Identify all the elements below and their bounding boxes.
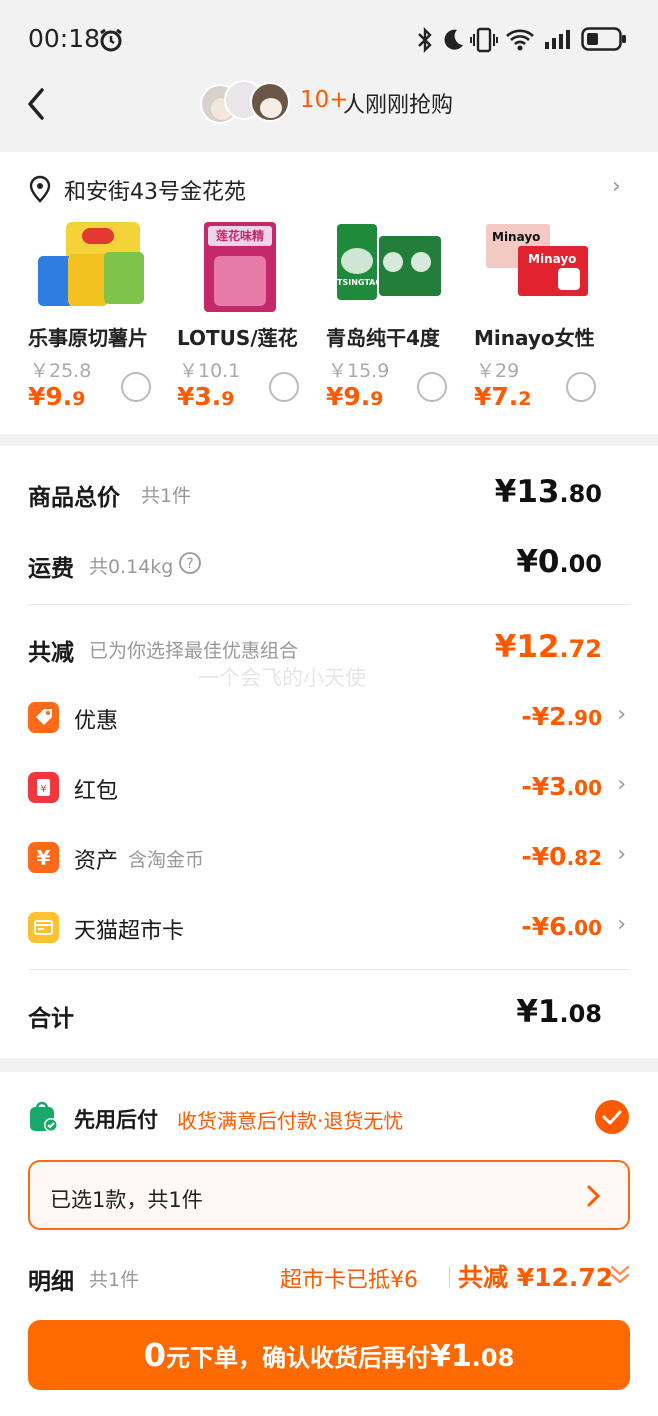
back-icon[interactable] bbox=[24, 86, 48, 122]
detail-label: 明细 bbox=[28, 1269, 74, 1295]
product-price: ¥3.9 bbox=[177, 382, 235, 411]
reduce-label: 共减 bbox=[28, 640, 74, 666]
product-old-price: ￥15.9 bbox=[328, 360, 390, 382]
product-select-radio[interactable] bbox=[417, 372, 447, 402]
vibrate-icon bbox=[470, 27, 498, 53]
discount-label: 天猫超市卡 bbox=[74, 919, 185, 944]
chevron-right-icon[interactable]: › bbox=[612, 174, 621, 199]
buyer-avatars bbox=[198, 78, 294, 124]
wifi-icon bbox=[506, 29, 534, 51]
pay-later-desc: 收货满意后付款·退货无忧 bbox=[177, 1109, 404, 1133]
goods-total-label: 商品总价 bbox=[28, 485, 120, 511]
product-image-lotus[interactable]: 莲花味精 bbox=[204, 222, 276, 312]
discount-row-market-card[interactable]: 天猫超市卡 -¥6.00 › bbox=[0, 902, 658, 952]
product-select-radio[interactable] bbox=[121, 372, 151, 402]
product-select-radio[interactable] bbox=[566, 372, 596, 402]
reduce-value: ¥12.72 bbox=[494, 629, 602, 665]
nav-bar: 10+ 人刚刚抢购 bbox=[0, 78, 658, 152]
beer-brand-label: TSINGTAO bbox=[337, 278, 383, 287]
product-image-minayo[interactable]: Minayo Minayo bbox=[486, 224, 590, 298]
detail-reduce: 共减 ¥12.72 bbox=[458, 1263, 614, 1292]
pay-later-title: 先用后付 bbox=[74, 1108, 158, 1132]
chevron-right-icon: › bbox=[617, 842, 626, 867]
yuan-icon: ¥ bbox=[28, 842, 59, 873]
lotus-brand-label: 莲花味精 bbox=[208, 226, 272, 246]
product-image-chips[interactable] bbox=[38, 222, 146, 310]
svg-text:¥: ¥ bbox=[37, 846, 51, 870]
product-select-radio[interactable] bbox=[269, 372, 299, 402]
chevron-down-double-icon[interactable] bbox=[609, 1263, 631, 1287]
moon-icon bbox=[444, 29, 463, 50]
product-price: ¥9.9 bbox=[28, 382, 86, 411]
selected-items-box[interactable]: 已选1款，共1件 bbox=[28, 1160, 630, 1230]
chevron-right-icon: › bbox=[617, 702, 626, 727]
selected-items-text: 已选1款，共1件 bbox=[50, 1188, 203, 1212]
checkmark-icon[interactable] bbox=[594, 1099, 630, 1135]
shipping-weight: 共0.14kg bbox=[89, 556, 174, 578]
product-name[interactable]: 乐事原切薯片 bbox=[28, 322, 158, 351]
detail-card-deduct: 超市卡已抵¥6 bbox=[280, 1268, 418, 1293]
bluetooth-icon bbox=[418, 27, 432, 53]
minayo-brand-label: Minayo bbox=[528, 252, 577, 266]
buyer-text: 人刚刚抢购 bbox=[343, 93, 454, 118]
goods-count: 共1件 bbox=[141, 485, 192, 507]
card-icon bbox=[28, 912, 59, 943]
checkout-panel: 先用后付 收货满意后付款·退货无忧 已选1款，共1件 明细 共1件 超市卡已抵¥… bbox=[0, 1072, 658, 1416]
total-value: ¥1.08 bbox=[516, 994, 602, 1030]
address-text[interactable]: 和安街43号金花苑 bbox=[64, 174, 246, 206]
product-name[interactable]: LOTUS/莲花 bbox=[177, 322, 299, 351]
divider bbox=[28, 604, 630, 605]
divider bbox=[28, 969, 630, 970]
shipping-label: 运费 bbox=[28, 556, 74, 582]
product-image-partial[interactable] bbox=[622, 224, 658, 314]
total-label: 合计 bbox=[28, 1006, 74, 1032]
discount-value: -¥2.90 bbox=[521, 702, 602, 731]
product-name[interactable]: Minayo女性 bbox=[474, 322, 600, 351]
chevron-right-icon bbox=[587, 1185, 600, 1207]
minayo-brand-label: Minayo bbox=[492, 230, 541, 244]
help-icon[interactable]: ? bbox=[178, 551, 202, 575]
chevron-right-icon: › bbox=[617, 912, 626, 937]
buyer-count: 10+ bbox=[300, 87, 349, 113]
divider bbox=[449, 1266, 450, 1288]
chevron-right-icon: › bbox=[617, 772, 626, 797]
discount-note: 含淘金币 bbox=[128, 849, 205, 871]
status-time: 00:18 bbox=[28, 24, 101, 53]
detail-count: 共1件 bbox=[89, 1269, 140, 1291]
product-price: ¥9.9 bbox=[326, 382, 384, 411]
svg-text:¥: ¥ bbox=[40, 784, 46, 795]
tag-icon bbox=[28, 702, 59, 733]
discount-label: 优惠 bbox=[74, 709, 119, 734]
shipping-value: ¥0.00 bbox=[516, 544, 602, 580]
avatar bbox=[250, 82, 290, 122]
discount-value: -¥0.82 bbox=[521, 842, 602, 871]
discount-label: 红包 bbox=[74, 779, 119, 804]
product-price: ¥7.2 bbox=[474, 382, 532, 411]
product-image-beer[interactable]: TSINGTAO bbox=[337, 222, 443, 300]
battery-icon bbox=[581, 27, 626, 51]
product-name[interactable]: 青岛纯干4度 bbox=[326, 322, 450, 351]
product-old-price: ￥29 bbox=[476, 360, 520, 382]
discount-value: -¥3.00 bbox=[521, 772, 602, 801]
svg-text:?: ? bbox=[186, 556, 193, 572]
submit-order-button[interactable]: 0元下单，确认收货后再付¥1.08 bbox=[28, 1320, 630, 1390]
discount-value: -¥6.00 bbox=[521, 912, 602, 941]
location-pin-icon bbox=[29, 175, 51, 203]
discount-row-coupon[interactable]: 优惠 -¥2.90 › bbox=[0, 692, 658, 742]
status-bar: 00:18 bbox=[0, 0, 658, 78]
pay-later-icon bbox=[30, 1101, 58, 1132]
price-summary-card: 商品总价 共1件 ¥13.80 运费 共0.14kg ? ¥0.00 共减 已为… bbox=[0, 446, 658, 1058]
goods-total-value: ¥13.80 bbox=[494, 474, 602, 510]
red-packet-icon: ¥ bbox=[28, 772, 59, 803]
product-old-price: ￥25.8 bbox=[30, 360, 92, 382]
alarm-icon bbox=[100, 28, 122, 52]
signal-icon bbox=[545, 30, 570, 49]
product-old-price: ￥10.1 bbox=[179, 360, 241, 382]
discount-row-redpacket[interactable]: ¥ 红包 -¥3.00 › bbox=[0, 762, 658, 812]
watermark: 一个会飞的小天使 bbox=[198, 666, 366, 690]
discount-row-assets[interactable]: ¥ 资产 含淘金币 -¥0.82 › bbox=[0, 832, 658, 882]
discount-label: 资产 bbox=[74, 849, 119, 874]
reduce-note: 已为你选择最佳优惠组合 bbox=[89, 640, 299, 662]
